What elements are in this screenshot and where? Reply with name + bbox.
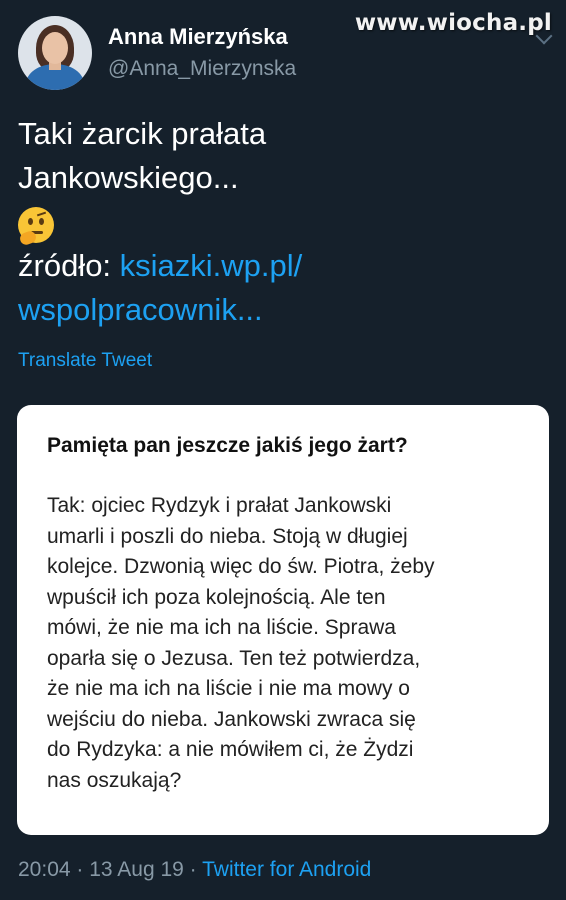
meta-separator: · xyxy=(183,858,203,881)
source-link[interactable]: ksiazki.wp.pl/ xyxy=(120,248,303,283)
tweet-source-client[interactable]: Twitter for Android xyxy=(202,858,371,881)
source-link-continuation[interactable]: wspolpracownik... xyxy=(18,288,548,332)
thinking-emoji-row xyxy=(18,200,548,247)
emoji-brow xyxy=(36,211,47,217)
avatar[interactable] xyxy=(18,16,92,90)
card-answer-line: kolejce. Dzwonią więc do św. Piotra, żeb… xyxy=(47,555,435,578)
tweet-header: Anna Mierzyńska @Anna_Mierzynska xyxy=(18,16,296,90)
meta-separator: · xyxy=(70,858,90,881)
source-label: źródło: xyxy=(18,248,120,283)
card-answer-line: oparła się o Jezusa. Ten też potwierdza, xyxy=(47,646,421,670)
tweet-date: 13 Aug 19 xyxy=(89,858,184,881)
avatar-face xyxy=(42,32,68,64)
card-answer-line: wpuścił ich poza kolejnością. Ale ten xyxy=(47,585,386,609)
emoji-eye-left xyxy=(28,217,33,225)
card-answer-line: do Rydzyka: a nie mówiłem ci, że Żydzi xyxy=(47,738,414,761)
card-answer-line: nas oszukają? xyxy=(47,768,182,792)
quoted-image-card[interactable]: Pamięta pan jeszcze jakiś jego żart? Tak… xyxy=(17,405,549,835)
display-name[interactable]: Anna Mierzyńska xyxy=(108,22,296,52)
card-answer-line: wejściu do nieba. Jankowski zwraca się xyxy=(47,707,416,731)
tweet-text-line: Jankowskiego... xyxy=(18,160,239,195)
card-question: Pamięta pan jeszcze jakiś jego żart? xyxy=(47,434,408,457)
site-watermark: www.wiocha.pl xyxy=(354,10,552,36)
card-answer-line: umarli i poszli do nieba. Stoją w długie… xyxy=(47,524,408,548)
card-answer: Tak: ojciec Rydzyk i prałat Jankowski um… xyxy=(47,491,527,796)
card-answer-line: że nie ma ich na liście i nie ma mowy o xyxy=(47,677,410,700)
user-names: Anna Mierzyńska @Anna_Mierzynska xyxy=(108,22,296,84)
card-answer-line: Tak: ojciec Rydzyk i prałat Jankowski xyxy=(47,494,392,517)
thinking-face-icon xyxy=(18,206,54,247)
user-handle[interactable]: @Anna_Mierzynska xyxy=(108,54,296,84)
card-answer-line: mówi, że nie ma ich na liście. Sprawa xyxy=(47,616,396,639)
tweet-text-line: Taki żarcik prałata xyxy=(18,116,267,151)
tweet-text: Taki żarcik prałata Jankowskiego... źród… xyxy=(18,112,548,332)
translate-tweet-link[interactable]: Translate Tweet xyxy=(18,350,152,372)
tweet-meta: 20:04 · 13 Aug 19 · Twitter for Android xyxy=(18,858,371,882)
emoji-eye-right xyxy=(39,217,44,225)
source-line: źródło: ksiazki.wp.pl/ xyxy=(18,244,548,288)
tweet-time: 20:04 xyxy=(18,858,71,881)
